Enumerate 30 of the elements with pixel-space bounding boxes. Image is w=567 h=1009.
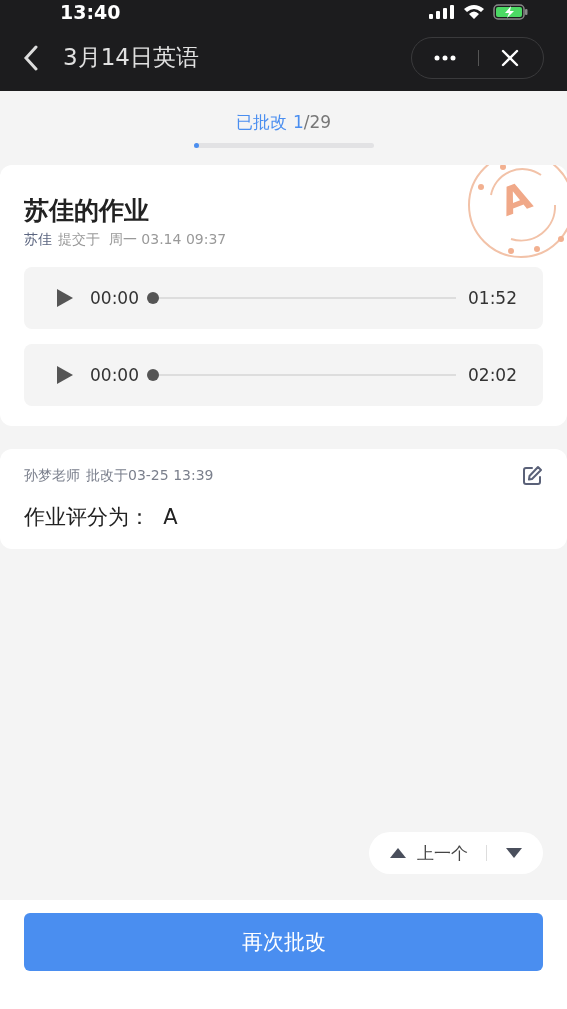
- teacher-name: 孙梦老师: [24, 467, 80, 485]
- elapsed-time: 00:00: [90, 288, 139, 308]
- play-icon[interactable]: [56, 365, 74, 385]
- status-time: 13:40: [60, 1, 121, 23]
- duration-time: 01:52: [468, 288, 517, 308]
- elapsed-time: 00:00: [90, 365, 139, 385]
- page-title: 3月14日英语: [63, 43, 200, 72]
- close-icon[interactable]: [501, 48, 519, 67]
- previous-button[interactable]: 上一个: [389, 841, 468, 865]
- battery-icon: [493, 4, 529, 20]
- progress-total: /29: [303, 112, 332, 132]
- audio-thumb[interactable]: [147, 292, 159, 304]
- more-icon[interactable]: [434, 54, 456, 61]
- edit-icon[interactable]: [521, 465, 543, 487]
- review-time: 批改于03-25 13:39: [86, 467, 214, 485]
- homework-title: 苏佳的作业: [24, 195, 149, 227]
- down-triangle-icon[interactable]: [505, 847, 523, 859]
- progress-label: 已批改: [235, 112, 287, 132]
- audio-thumb[interactable]: [147, 369, 159, 381]
- submit-time: 提交于 周一 03.14 09:37: [58, 230, 227, 249]
- duration-time: 02:02: [468, 365, 517, 385]
- play-icon[interactable]: [56, 288, 74, 308]
- progress-current: 1: [292, 112, 304, 132]
- grade-result: 作业评分为： A: [24, 504, 179, 531]
- back-icon[interactable]: [23, 44, 39, 71]
- student-name: 苏佳: [24, 230, 52, 249]
- up-triangle-icon: [389, 847, 407, 859]
- stamp-grade: A: [494, 173, 538, 225]
- wifi-icon: [463, 4, 485, 20]
- signal-icon: [429, 5, 455, 19]
